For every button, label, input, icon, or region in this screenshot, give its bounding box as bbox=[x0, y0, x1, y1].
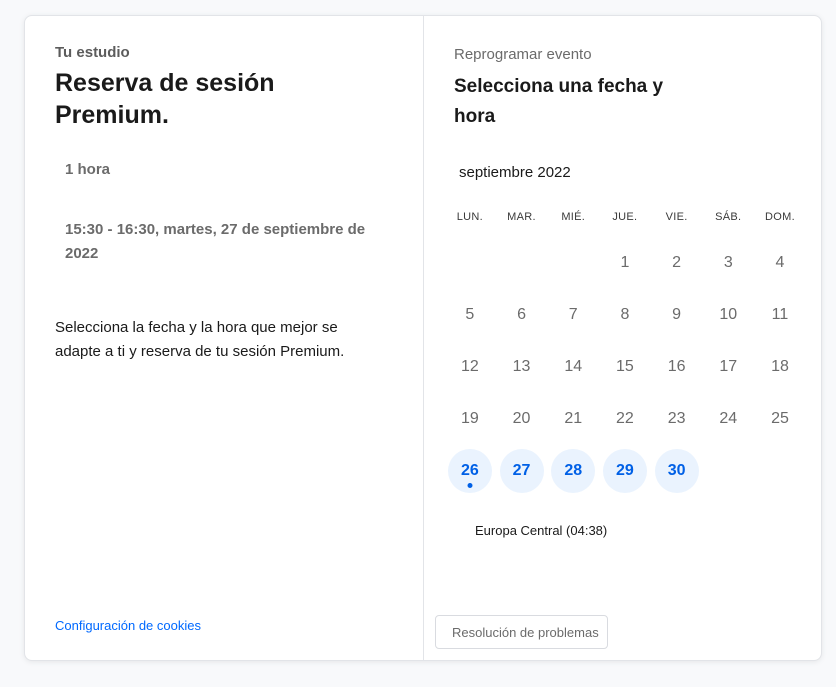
day-number: 3 bbox=[723, 254, 733, 271]
weekday-label: MIÉ. bbox=[561, 211, 586, 223]
day-number: 1 bbox=[620, 254, 630, 271]
event-details-panel: Tu estudio Reserva de sesión Premium. 1 … bbox=[25, 16, 424, 660]
calendar-day: 19 bbox=[444, 393, 496, 445]
calendar-day: 5 bbox=[444, 289, 496, 341]
calendar-day: 16 bbox=[651, 341, 703, 393]
calendar-day: 13 bbox=[496, 341, 548, 393]
event-datetime: 15:30 - 16:30, martes, 27 de septiembre … bbox=[65, 221, 366, 262]
today-indicator-dot bbox=[467, 483, 473, 488]
reschedule-label: Reprogramar evento bbox=[454, 46, 592, 63]
available-day-button[interactable]: 26 bbox=[447, 449, 492, 493]
organizer-name: Tu estudio bbox=[55, 44, 130, 61]
day-number: 5 bbox=[465, 306, 475, 323]
weekday-label: JUE. bbox=[612, 211, 638, 223]
calendar-day: 18 bbox=[754, 341, 806, 393]
day-number: 15 bbox=[616, 358, 634, 375]
calendar-weekday-header: LUN. MAR. MIÉ. JUE. VIE. SÁB. DOM. bbox=[444, 211, 821, 223]
calendar-day: 24 bbox=[702, 393, 754, 445]
calendar-day: 2 bbox=[651, 237, 703, 289]
calendar-empty-cell bbox=[444, 237, 496, 289]
day-number: 23 bbox=[667, 410, 686, 427]
calendar-day: 12 bbox=[444, 341, 496, 393]
day-number: 30 bbox=[667, 462, 686, 479]
calendar-day: 4 bbox=[754, 237, 806, 289]
day-number: 26 bbox=[460, 462, 479, 479]
day-number: 25 bbox=[771, 410, 789, 427]
calendar-day: 10 bbox=[702, 289, 754, 341]
calendar-day: 9 bbox=[651, 289, 703, 341]
day-number: 17 bbox=[719, 358, 738, 375]
day-number: 7 bbox=[568, 306, 578, 323]
day-number: 22 bbox=[616, 410, 634, 427]
calendar-day: 7 bbox=[547, 289, 599, 341]
weekday-label: DOM. bbox=[765, 211, 795, 223]
calendar-day[interactable]: 27 bbox=[496, 445, 548, 497]
date-picker-panel: Reprogramar evento Selecciona una fecha … bbox=[424, 16, 821, 660]
day-number: 21 bbox=[564, 410, 583, 427]
available-day-button[interactable]: 29 bbox=[602, 449, 647, 493]
day-number: 20 bbox=[512, 410, 531, 427]
select-date-title: Selecciona una fecha y hora bbox=[454, 76, 664, 127]
day-number: 18 bbox=[771, 358, 789, 375]
calendar-day: 22 bbox=[599, 393, 651, 445]
day-number: 14 bbox=[564, 358, 583, 375]
day-number: 2 bbox=[672, 254, 682, 271]
day-number: 6 bbox=[517, 306, 526, 323]
calendar-day: 23 bbox=[651, 393, 703, 445]
cookie-settings-link[interactable]: Configuración de cookies bbox=[55, 618, 201, 633]
calendar-day: 17 bbox=[702, 341, 754, 393]
calendar-day: 1 bbox=[599, 237, 651, 289]
calendar-day: 3 bbox=[702, 237, 754, 289]
event-description: Selecciona la fecha y la hora que mejor … bbox=[55, 319, 345, 360]
calendar-day[interactable]: 28 bbox=[547, 445, 599, 497]
day-number: 24 bbox=[719, 410, 738, 427]
calendar-day: 25 bbox=[754, 393, 806, 445]
calendar-day: 15 bbox=[599, 341, 651, 393]
day-number: 12 bbox=[460, 358, 479, 375]
day-number: 8 bbox=[620, 306, 630, 323]
timezone-label[interactable]: Europa Central (04:38) bbox=[475, 523, 821, 538]
weekday-label: LUN. bbox=[456, 211, 483, 223]
troubleshoot-button[interactable]: Resolución de problemas bbox=[435, 615, 608, 649]
booking-card: Tu estudio Reserva de sesión Premium. 1 … bbox=[24, 15, 822, 661]
calendar-day: 20 bbox=[496, 393, 548, 445]
day-number: 10 bbox=[719, 306, 738, 323]
day-number: 27 bbox=[512, 462, 531, 479]
available-day-button[interactable]: 27 bbox=[499, 449, 544, 493]
calendar-day[interactable]: 29 bbox=[599, 445, 651, 497]
calendar-day: 21 bbox=[547, 393, 599, 445]
calendar-month-label: septiembre 2022 bbox=[459, 164, 571, 181]
weekday-label: VIE. bbox=[665, 211, 688, 223]
day-number: 29 bbox=[616, 462, 634, 479]
weekday-label: SÁB. bbox=[715, 211, 742, 223]
calendar-day: 11 bbox=[754, 289, 806, 341]
event-title: Reserva de sesión Premium. bbox=[55, 69, 275, 129]
day-number: 19 bbox=[460, 410, 479, 427]
day-number: 28 bbox=[564, 462, 583, 479]
day-number: 16 bbox=[667, 358, 686, 375]
calendar-empty-cell bbox=[547, 237, 599, 289]
day-number: 9 bbox=[672, 306, 682, 323]
available-day-button[interactable]: 28 bbox=[551, 449, 596, 493]
calendar-grid: 1 2 3 4 5 6 7 8 9 10 11 12 13 14 15 16 17 18 19 20 21 22 23 24 2… bbox=[444, 237, 821, 497]
weekday-label: MAR. bbox=[507, 211, 536, 223]
calendar-day: 6 bbox=[496, 289, 548, 341]
calendar-day[interactable]: 26 bbox=[444, 445, 496, 497]
calendar-empty-cell bbox=[496, 237, 548, 289]
day-number: 13 bbox=[512, 358, 531, 375]
day-number: 4 bbox=[775, 254, 785, 271]
event-duration: 1 hora bbox=[65, 161, 111, 178]
calendar-day[interactable]: 30 bbox=[651, 445, 703, 497]
calendar-day: 14 bbox=[547, 341, 599, 393]
day-number: 11 bbox=[771, 306, 789, 323]
available-day-button[interactable]: 30 bbox=[654, 449, 699, 493]
calendar-day: 8 bbox=[599, 289, 651, 341]
